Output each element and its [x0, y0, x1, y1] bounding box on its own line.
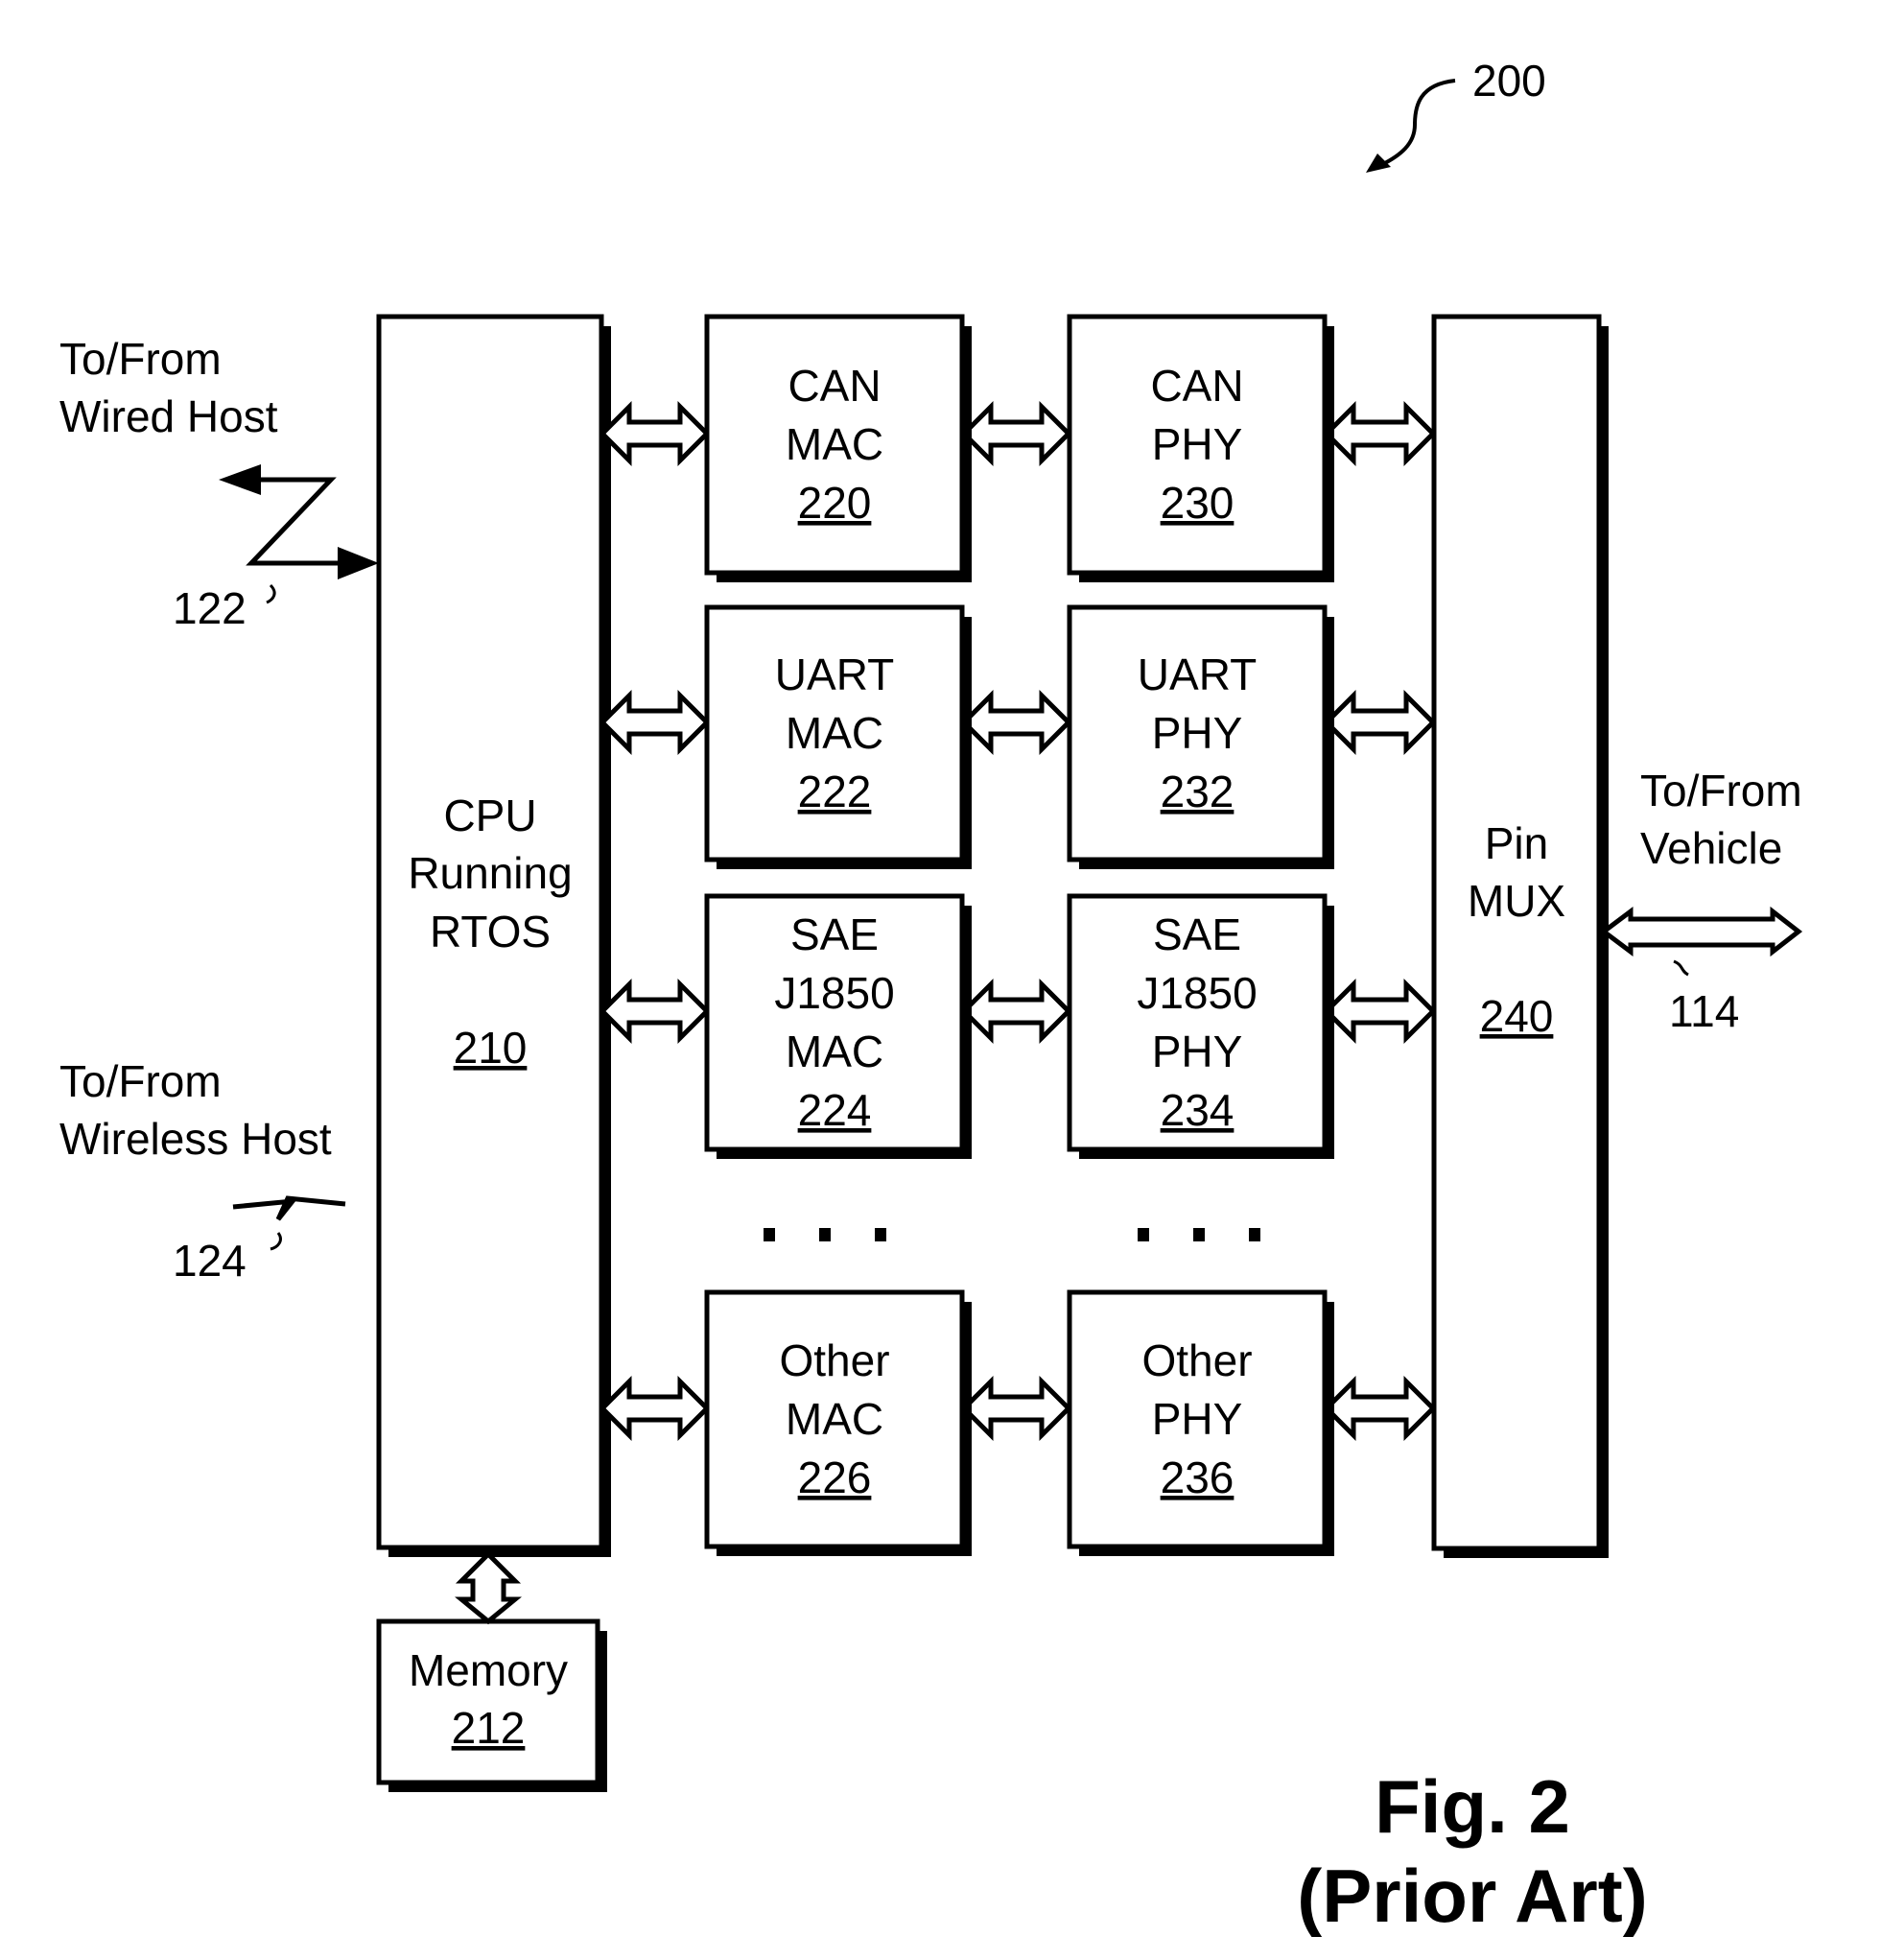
ref-squiggle: [266, 583, 276, 604]
pin-mux-block: Pin MUX 240: [1431, 314, 1609, 1558]
ellipsis-dot: [875, 1228, 886, 1241]
phy-label-line1: SAE: [1153, 909, 1241, 959]
mac-ref: 222: [798, 767, 872, 816]
mac-label-line1: SAE: [790, 909, 879, 959]
phy-ref: 236: [1161, 1452, 1234, 1502]
ellipsis-dot: [819, 1228, 831, 1241]
cpu-mac-arrow-icon: [599, 1375, 711, 1442]
figure-caption: Fig. 2 (Prior Art): [1297, 1764, 1647, 1938]
ref-squiggle: [1673, 959, 1689, 977]
phy-label-line2: PHY: [1152, 419, 1243, 469]
pin-mux-label-line1: Pin: [1485, 818, 1548, 868]
cpu-ref: 210: [454, 1023, 528, 1073]
mac-label-line1: Other: [779, 1335, 889, 1385]
phy-label-line1: UART: [1138, 649, 1257, 699]
vehicle-link-ref: 114: [1669, 986, 1739, 1036]
mac-label-line2: MAC: [786, 708, 883, 758]
phy-block: UART PHY 232: [1067, 604, 1334, 869]
cpu-block: CPU Running RTOS 210: [376, 314, 611, 1557]
pin-mux-ref: 240: [1480, 991, 1554, 1041]
phy-label-line2: PHY: [1152, 1394, 1243, 1444]
protocol-rows: CAN MAC 220 CAN PHY 230 UART MAC 222 UART PHY 232 SA…: [599, 314, 1437, 1556]
ellipsis-dot: [1193, 1228, 1205, 1241]
phy-mux-arrow-icon: [1323, 689, 1437, 756]
phy-label-line1: CAN: [1150, 361, 1243, 411]
ellipsis: [764, 1228, 1260, 1241]
caption-line2: (Prior Art): [1297, 1854, 1647, 1938]
mac-block: UART MAC 222: [704, 604, 972, 869]
mac-ref: 220: [798, 478, 872, 528]
memory-label: Memory: [409, 1645, 568, 1695]
mac-block: Other MAC 226: [704, 1289, 972, 1556]
phy-ref: 232: [1161, 767, 1234, 816]
mac-label-line1: UART: [775, 649, 894, 699]
vehicle-arrow-icon: [1599, 906, 1803, 957]
block-diagram: 200 To/From Wired Host 122 To/From Wirel…: [59, 56, 1803, 1938]
wireless-host-label-line2: Wireless Host: [59, 1114, 332, 1164]
mac-label-line2: MAC: [786, 1394, 883, 1444]
phy-mux-arrow-icon: [1323, 400, 1437, 467]
wired-host-connection: To/From Wired Host 122: [59, 334, 379, 633]
mac-phy-arrow-icon: [960, 978, 1072, 1045]
cpu-mac-arrow-icon: [599, 978, 711, 1045]
pin-mux-box: [1431, 314, 1602, 1551]
wired-host-label-line1: To/From: [59, 334, 222, 384]
wireless-link-ref: 124: [173, 1236, 247, 1286]
mac-phy-arrow-icon: [960, 689, 1072, 756]
mac-ref: 224: [798, 1085, 872, 1135]
ellipsis-dot: [1249, 1228, 1260, 1241]
phy-ref: 230: [1161, 478, 1234, 528]
phy-mux-arrow-icon: [1323, 978, 1437, 1045]
cpu-label-line3: RTOS: [430, 907, 551, 956]
mac-block: SAE J1850 MAC 224: [704, 893, 972, 1159]
mac-block: CAN MAC 220: [704, 314, 972, 582]
mac-phy-arrow-icon: [960, 400, 1072, 467]
cpu-memory-arrow-icon: [455, 1550, 522, 1625]
pin-mux-label-line2: MUX: [1468, 876, 1565, 926]
arrow-right-icon: [338, 547, 379, 579]
mac-label-line3: MAC: [786, 1027, 883, 1076]
figure-reference: 200: [1366, 56, 1546, 173]
cpu-mac-arrow-icon: [599, 400, 711, 467]
leader-curve: [1380, 79, 1456, 167]
phy-label-line3: PHY: [1152, 1027, 1243, 1076]
phy-mux-arrow-icon: [1323, 1375, 1437, 1442]
figure-ref-number: 200: [1472, 56, 1546, 106]
arrow-left-icon: [219, 464, 261, 495]
memory-block: Memory 212: [376, 1618, 607, 1792]
phy-ref: 234: [1161, 1085, 1234, 1135]
memory-ref: 212: [452, 1703, 526, 1753]
wireless-host-label-line1: To/From: [59, 1056, 222, 1106]
ellipsis-dot: [1138, 1228, 1149, 1241]
mac-label-line2: MAC: [786, 419, 883, 469]
wired-link-zigzag: [246, 477, 369, 566]
cpu-mac-arrow-icon: [599, 689, 711, 756]
ref-squiggle: [270, 1232, 282, 1251]
phy-label-line2: J1850: [1137, 968, 1257, 1018]
vehicle-label-line2: Vehicle: [1640, 823, 1782, 873]
ellipsis-dot: [764, 1228, 775, 1241]
mac-label-line1: CAN: [788, 361, 881, 411]
cpu-label-line2: Running: [408, 848, 572, 898]
wired-link-ref: 122: [173, 583, 247, 633]
phy-block: Other PHY 236: [1067, 1289, 1334, 1556]
vehicle-label-line1: To/From: [1640, 766, 1802, 815]
mac-phy-arrow-icon: [960, 1375, 1072, 1442]
wireless-host-connection: To/From Wireless Host 124: [59, 1056, 346, 1286]
mac-ref: 226: [798, 1452, 872, 1502]
wireless-link-lightning-icon: [232, 1195, 346, 1221]
phy-block: SAE J1850 PHY 234: [1067, 893, 1334, 1159]
wired-host-label-line2: Wired Host: [59, 391, 278, 441]
phy-block: CAN PHY 230: [1067, 314, 1334, 582]
cpu-label-line1: CPU: [443, 791, 536, 840]
mac-label-line2: J1850: [774, 968, 894, 1018]
phy-label-line2: PHY: [1152, 708, 1243, 758]
vehicle-connection: To/From Vehicle 114: [1599, 766, 1803, 1036]
caption-line1: Fig. 2: [1375, 1764, 1570, 1849]
phy-label-line1: Other: [1141, 1335, 1252, 1385]
